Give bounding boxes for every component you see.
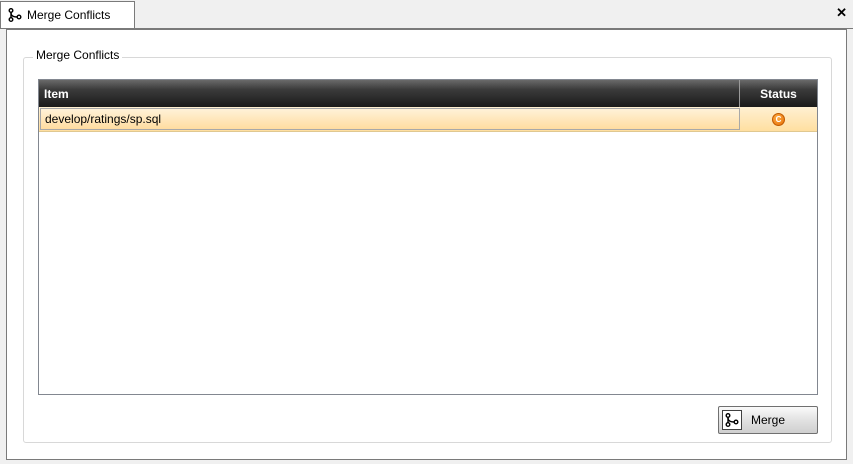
merge-conflicts-panel: Merge Conflicts Item Status develop/rati… bbox=[6, 29, 847, 460]
branch-merge-icon bbox=[722, 410, 742, 430]
table-row[interactable]: develop/ratings/sp.sql C bbox=[39, 107, 817, 132]
tab-merge-conflicts[interactable]: Merge Conflicts bbox=[0, 1, 135, 28]
tab-strip: Merge Conflicts ✕ bbox=[0, 0, 853, 29]
grid-header: Item Status bbox=[39, 80, 817, 107]
conflict-status-icon: C bbox=[772, 112, 785, 126]
item-cell[interactable]: develop/ratings/sp.sql bbox=[40, 108, 740, 130]
column-header-item[interactable]: Item bbox=[39, 80, 740, 107]
group-title: Merge Conflicts bbox=[33, 48, 123, 62]
column-header-status[interactable]: Status bbox=[740, 80, 817, 107]
merge-button-label: Merge bbox=[751, 413, 786, 427]
branch-merge-icon bbox=[8, 8, 22, 22]
close-icon[interactable]: ✕ bbox=[836, 6, 847, 20]
merge-button[interactable]: Merge bbox=[718, 406, 818, 434]
tab-title: Merge Conflicts bbox=[27, 8, 111, 22]
status-cell[interactable]: C bbox=[740, 107, 817, 131]
conflicts-grid[interactable]: Item Status develop/ratings/sp.sql C bbox=[38, 79, 818, 395]
